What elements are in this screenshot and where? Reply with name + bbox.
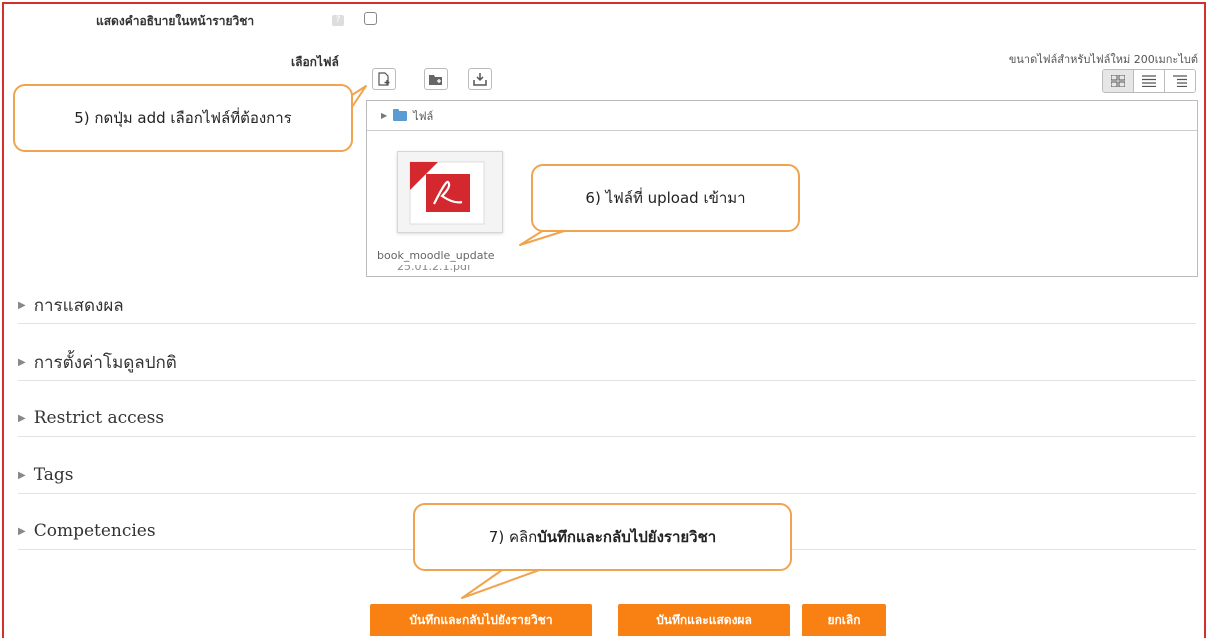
section-title[interactable]: การแสดงผล xyxy=(34,292,124,319)
section-common-module-settings[interactable]: ▶ การตั้งค่าโมดูลปกติ xyxy=(18,344,1196,381)
view-mode-group xyxy=(1102,69,1196,93)
download-icon xyxy=(473,73,487,86)
pdf-icon xyxy=(409,161,485,225)
callout-step7-bold: บันทึกและกลับไปยังรายวิชา xyxy=(537,528,717,546)
expand-arrow-icon[interactable]: ▶ xyxy=(381,111,387,120)
save-and-display-button[interactable]: บันทึกและแสดงผล xyxy=(618,604,790,636)
tree-view-icon xyxy=(1173,75,1187,87)
file-name[interactable]: book_moodle_update xyxy=(377,249,495,262)
list-view-button[interactable] xyxy=(1134,70,1165,92)
folder-icon xyxy=(393,108,408,121)
section-title[interactable]: Competencies xyxy=(34,521,156,541)
show-description-label: แสดงคำอธิบายในหน้ารายวิชา xyxy=(96,14,255,28)
cancel-button[interactable]: ยกเลิก xyxy=(802,604,886,636)
path-folder-label[interactable]: ไฟล์ xyxy=(413,107,433,125)
add-file-icon xyxy=(378,72,390,86)
collapsed-arrow-icon: ▶ xyxy=(18,356,26,368)
grid-view-icon xyxy=(1111,75,1125,87)
max-file-size-text: ขนาดไฟล์สำหรับไฟล์ใหม่ 200เมกะไบต์ xyxy=(1008,53,1198,66)
collapsed-arrow-icon: ▶ xyxy=(18,469,26,481)
grid-view-button[interactable] xyxy=(1103,70,1134,92)
choose-file-label: เลือกไฟล์ xyxy=(291,55,339,69)
help-icon[interactable]: ? xyxy=(332,15,344,26)
create-folder-button[interactable] xyxy=(424,68,448,90)
file-thumbnail[interactable] xyxy=(397,151,503,233)
section-display[interactable]: ▶ การแสดงผล xyxy=(18,287,1196,324)
download-all-button[interactable] xyxy=(468,68,492,90)
tree-view-button[interactable] xyxy=(1165,70,1195,92)
section-restrict-access[interactable]: ▶ Restrict access xyxy=(18,400,1196,437)
section-title[interactable]: การตั้งค่าโมดูลปกติ xyxy=(34,349,177,376)
show-description-checkbox[interactable] xyxy=(364,12,377,25)
collapsed-arrow-icon: ▶ xyxy=(18,412,26,424)
section-title[interactable]: Restrict access xyxy=(34,408,164,428)
callout-step7: 7) คลิก บันทึกและกลับไปยังรายวิชา xyxy=(413,503,792,571)
list-view-icon xyxy=(1142,75,1156,87)
file-name-line2: 25.01.2.1.pdf xyxy=(397,265,471,273)
section-tags[interactable]: ▶ Tags xyxy=(18,457,1196,494)
collapsed-arrow-icon: ▶ xyxy=(18,525,26,537)
callout-step7-text: 7) คลิก xyxy=(488,528,538,546)
save-and-return-button[interactable]: บันทึกและกลับไปยังรายวิชา xyxy=(370,604,592,636)
collapsed-arrow-icon: ▶ xyxy=(18,299,26,311)
add-file-button[interactable] xyxy=(372,68,396,90)
callout-step6: 6) ไฟล์ที่ upload เข้ามา xyxy=(531,164,800,232)
file-path-bar: ▶ ไฟล์ xyxy=(367,101,1197,131)
callout-step5: 5) กดปุ่ม add เลือกไฟล์ที่ต้องการ xyxy=(13,84,353,152)
section-title[interactable]: Tags xyxy=(34,465,74,485)
create-folder-icon xyxy=(429,74,442,85)
